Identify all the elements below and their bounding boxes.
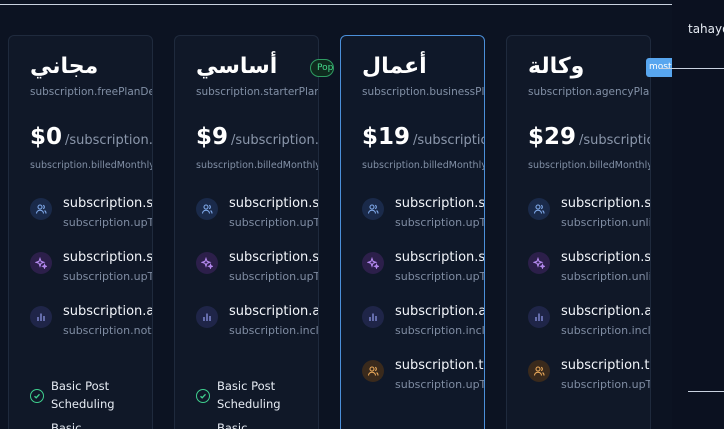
price-row: $9/subscription.monthly (196, 124, 319, 150)
feature-item: subscription.socialAccounts subscription… (528, 196, 651, 237)
feature-title: subscription.socialAccounts (561, 196, 651, 211)
feature-subtitle: subscription.upTo (561, 378, 651, 391)
feature-item: subscription.advancedAnalytics subscript… (528, 304, 651, 345)
feature-title: subscription.teamMembers (395, 358, 484, 373)
checklist-item: Basic Post Scheduling (217, 379, 281, 411)
plan-card-agency[interactable]: وكالة subscription.agencyPlanDescription… (506, 35, 651, 429)
bar-chart-icon (528, 306, 550, 328)
sparkles-icon (30, 252, 52, 274)
bar-chart-icon (30, 306, 52, 328)
plan-price: $19 (362, 124, 411, 150)
feature-title: subscription.advancedAnalytics (229, 304, 319, 319)
users-icon (528, 198, 550, 220)
feature-title: subscription.socialAccounts (395, 196, 485, 211)
plan-card-business[interactable]: أعمال subscription.businessPlanDescripti… (340, 35, 485, 429)
feature-title: subscription.socialAccounts (229, 196, 319, 211)
popular-badge: Popular (310, 59, 334, 77)
price-period: /subscription.monthly (231, 133, 319, 148)
side-panel: tahayo (672, 0, 724, 429)
feature-item: subscription.socialAccounts subscription… (196, 196, 319, 237)
plan-card-starter[interactable]: أساسي subscription.starterPlanDescriptio… (174, 35, 319, 429)
feature-item: subscription.teamMembers subscription.up… (362, 358, 485, 399)
feature-subtitle: subscription.notIncluded (63, 324, 152, 337)
user-name[interactable]: tahayo (688, 22, 724, 36)
plan-name: أعمال (362, 54, 427, 79)
feature-item: subscription.scheduledPosts subscription… (528, 250, 651, 291)
billing-note: subscription.billedMonthly (30, 160, 153, 171)
feature-title: subscription.scheduledPosts (395, 250, 485, 265)
feature-title: subscription.teamMembers (561, 358, 650, 373)
price-period: /subscription.monthly (413, 133, 484, 148)
bar-chart-icon (196, 306, 218, 328)
plan-price: $0 (30, 124, 63, 150)
checklist-item: Basic (217, 421, 248, 429)
billing-note: subscription.billedMonthly (528, 160, 651, 171)
feature-subtitle: subscription.upTo (63, 270, 153, 283)
price-row: $19/subscription.monthly (362, 124, 484, 150)
feature-subtitle: subscription.upTo (63, 216, 153, 229)
feature-item: subscription.advancedAnalytics subscript… (362, 304, 485, 345)
plan-description: subscription.businessPlanDescription (362, 86, 485, 98)
billing-note: subscription.billedMonthly (196, 160, 319, 171)
feature-subtitle: subscription.upTo (229, 270, 319, 283)
bar-chart-icon (362, 306, 384, 328)
feature-title: subscription.advancedAnalytics (395, 304, 485, 319)
check-icon (30, 389, 44, 403)
feature-title: subscription.advancedAnalytics (561, 304, 651, 319)
feature-item: subscription.advancedAnalytics subscript… (30, 304, 153, 345)
plan-description: subscription.freePlanDescription (30, 86, 152, 98)
pricing-area: مجاني subscription.freePlanDescription $… (0, 0, 672, 429)
feature-subtitle: subscription.upTo (395, 216, 485, 229)
checklist-item: Basic Post Scheduling (51, 379, 115, 411)
feature-subtitle: subscription.included (229, 324, 319, 337)
connector-line (660, 68, 724, 69)
feature-item: subscription.scheduledPosts subscription… (196, 250, 319, 291)
feature-subtitle: subscription.unlimited (561, 216, 650, 229)
sparkles-icon (528, 252, 550, 274)
connector-line (688, 391, 724, 392)
feature-item: subscription.socialAccounts subscription… (362, 196, 485, 237)
feature-subtitle: subscription.included (561, 324, 651, 337)
plan-name: مجاني (30, 54, 99, 79)
feature-title: subscription.advancedAnalytics (63, 304, 153, 319)
feature-subtitle: subscription.upTo (229, 216, 319, 229)
feature-title: subscription.scheduledPosts (63, 250, 153, 265)
feature-subtitle: subscription.upTo (395, 270, 485, 283)
feature-subtitle: subscription.upTo (395, 378, 485, 391)
team-icon (528, 360, 550, 382)
feature-item: subscription.socialAccounts subscription… (30, 196, 153, 237)
plan-name: أساسي (196, 54, 278, 79)
plan-card-free[interactable]: مجاني subscription.freePlanDescription $… (8, 35, 153, 429)
feature-subtitle: subscription.unlimited (561, 270, 650, 283)
plan-description: subscription.starterPlanDescription (196, 86, 318, 98)
users-icon (362, 198, 384, 220)
plan-name: وكالة (528, 54, 585, 79)
sparkles-icon (362, 252, 384, 274)
checklist-item: Basic (51, 421, 82, 429)
feature-item: subscription.scheduledPosts subscription… (362, 250, 485, 291)
plan-description: subscription.agencyPlanDescription (528, 86, 650, 98)
price-period: /subscription.monthly (579, 133, 650, 148)
plan-price: $9 (196, 124, 229, 150)
feature-item: subscription.teamMembers subscription.up… (528, 358, 651, 399)
feature-title: subscription.socialAccounts (63, 196, 153, 211)
feature-item: subscription.advancedAnalytics subscript… (196, 304, 319, 345)
sparkles-icon (196, 252, 218, 274)
feature-title: subscription.scheduledPosts (229, 250, 319, 265)
plan-price: $29 (528, 124, 577, 150)
users-icon (196, 198, 218, 220)
feature-item: subscription.scheduledPosts subscription… (30, 250, 153, 291)
price-row: $29/subscription.monthly (528, 124, 650, 150)
feature-subtitle: subscription.included (395, 324, 485, 337)
feature-title: subscription.scheduledPosts (561, 250, 651, 265)
price-period: /subscription.monthly (65, 133, 153, 148)
billing-note: subscription.billedMonthly (362, 160, 485, 171)
users-icon (30, 198, 52, 220)
price-row: $0/subscription.monthly (30, 124, 153, 150)
team-icon (362, 360, 384, 382)
check-icon (196, 389, 210, 403)
